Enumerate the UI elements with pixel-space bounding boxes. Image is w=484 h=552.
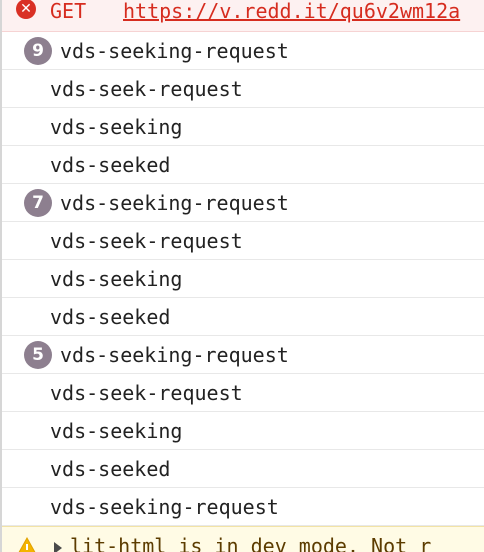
log-message: vds-seeking-request	[60, 343, 289, 367]
console-log-row[interactable]: vds-seeking	[2, 260, 484, 298]
repeat-count-badge: 5	[24, 341, 52, 369]
log-message: vds-seeked	[50, 457, 171, 481]
log-message: vds-seek-request	[50, 381, 243, 405]
log-message: vds-seeked	[50, 153, 171, 177]
request-method: GET	[50, 0, 87, 23]
warning-message: lit-html is in dev mode. Not r	[70, 534, 432, 552]
log-message: vds-seeking-request	[50, 495, 279, 519]
console-log-row[interactable]: vds-seek-request	[2, 374, 484, 412]
devtools-console: ✕ GET https://v.redd.it/qu6v2wm12a 9 vds…	[0, 0, 484, 552]
repeat-count-badge: 9	[24, 37, 52, 65]
console-log-row[interactable]: vds-seeking-request	[2, 488, 484, 526]
log-message: vds-seeking-request	[60, 39, 289, 63]
log-message: vds-seeking	[50, 115, 183, 139]
console-log-row[interactable]: vds-seek-request	[2, 222, 484, 260]
log-message: vds-seek-request	[50, 229, 243, 253]
warning-icon	[18, 537, 36, 552]
console-log-row[interactable]: vds-seeked	[2, 450, 484, 488]
console-log-row[interactable]: vds-seeking	[2, 412, 484, 450]
console-log-row[interactable]: vds-seeking	[2, 108, 484, 146]
log-message: vds-seek-request	[50, 77, 243, 101]
log-message: vds-seeked	[50, 305, 171, 329]
request-url-link[interactable]: https://v.redd.it/qu6v2wm12a	[123, 0, 460, 22]
repeat-count-badge: 7	[24, 189, 52, 217]
console-warning-row[interactable]: lit-html is in dev mode. Not r	[2, 526, 484, 552]
log-message: vds-seeking-request	[60, 191, 289, 215]
console-log-row[interactable]: 7 vds-seeking-request	[2, 184, 484, 222]
console-log-row[interactable]: vds-seeked	[2, 146, 484, 184]
expand-caret-icon[interactable]	[54, 542, 62, 552]
console-log-row[interactable]: 9 vds-seeking-request	[2, 32, 484, 70]
log-message: vds-seeking	[50, 419, 183, 443]
log-message: vds-seeking	[50, 267, 183, 291]
console-log-row[interactable]: 5 vds-seeking-request	[2, 336, 484, 374]
error-icon: ✕	[16, 0, 36, 19]
console-error-row[interactable]: ✕ GET https://v.redd.it/qu6v2wm12a	[2, 0, 484, 32]
console-log-row[interactable]: vds-seeked	[2, 298, 484, 336]
console-log-row[interactable]: vds-seek-request	[2, 70, 484, 108]
